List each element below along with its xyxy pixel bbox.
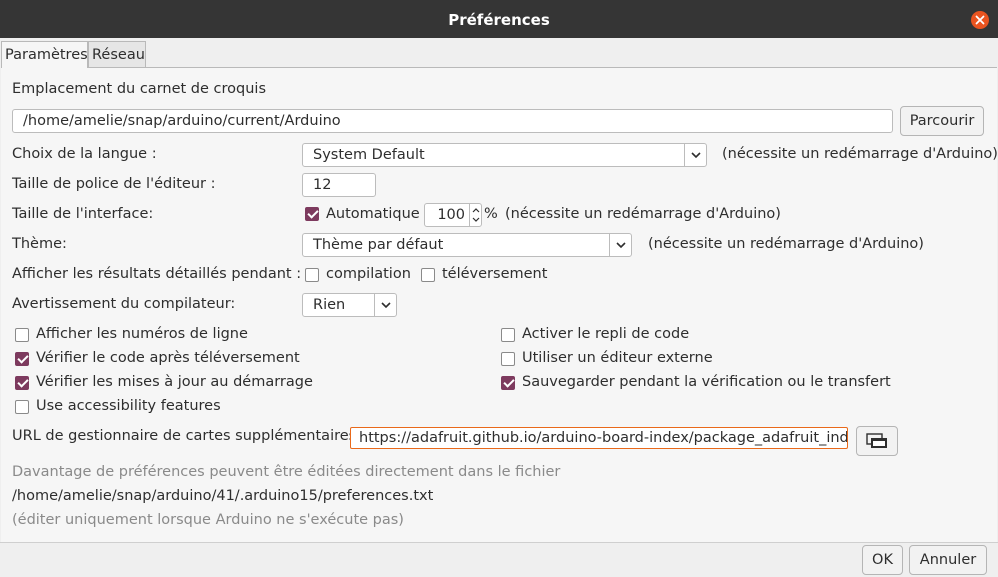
interface-scale-spinner[interactable]: 100 [424,203,482,227]
verbose-compile-label: compilation [326,266,411,282]
theme-label: Thème: [12,236,67,252]
ok-button[interactable]: OK [862,545,903,575]
accessibility-label: Use accessibility features [36,398,221,414]
chevron-down-icon [381,302,391,309]
close-icon [975,15,985,25]
close-button[interactable] [971,11,989,29]
check-updates-label: Vérifier les mises à jour au démarrage [36,374,313,390]
prefs-info-line3: (éditer uniquement lorsque Arduino ne s'… [12,512,404,528]
verbose-label: Afficher les résultats détaillés pendant… [12,266,302,282]
check-updates-checkbox[interactable] [15,376,29,390]
sketchbook-path-input[interactable]: /home/amelie/snap/arduino/current/Arduin… [12,109,893,133]
code-folding-label: Activer le repli de code [522,326,690,342]
board-urls-label: URL de gestionnaire de cartes supplément… [12,428,357,444]
sketchbook-label: Emplacement du carnet de croquis [12,81,266,97]
verbose-upload-label: téléversement [442,266,548,282]
board-urls-input[interactable]: https://adafruit.github.io/arduino-board… [350,427,848,449]
window-title: Préférences [448,11,550,29]
external-editor-label: Utiliser un éditeur externe [522,350,713,366]
prefs-info-line1: Davantage de préférences peuvent être éd… [12,464,561,480]
browse-button[interactable]: Parcourir [900,106,984,136]
save-on-verify-label: Sauvegarder pendant la vérification ou l… [522,374,891,390]
verify-after-upload-label: Vérifier le code après téléversement [36,350,300,366]
font-size-input[interactable]: 12 [302,173,376,197]
chevron-down-icon [691,152,701,159]
interface-scale-value: 100 [437,207,465,223]
language-note: (nécessite un redémarrage d'Arduino) [722,146,998,162]
interface-scale-label: Taille de l'interface: [12,206,154,222]
font-size-label: Taille de police de l'éditeur : [12,176,216,192]
verify-after-upload-checkbox[interactable] [15,352,29,366]
theme-note: (nécessite un redémarrage d'Arduino) [648,236,924,252]
interface-auto-checkbox[interactable] [305,207,319,221]
prefs-file-path: /home/amelie/snap/arduino/41/.arduino15/… [12,488,434,504]
external-editor-checkbox[interactable] [501,352,515,366]
window-list-icon [866,433,887,448]
board-urls-editor-button[interactable] [856,426,898,456]
tab-reseau[interactable]: Réseau [88,41,146,67]
tab-parametres[interactable]: Paramètres [1,41,88,68]
compiler-warnings-label: Avertissement du compilateur: [12,296,236,312]
interface-scale-note: (nécessite un redémarrage d'Arduino) [505,206,781,222]
button-bar [0,542,998,577]
chevron-down-icon [616,242,626,249]
code-folding-checkbox[interactable] [501,328,515,342]
title-bar: Préférences [0,0,998,38]
cancel-button[interactable]: Annuler [909,545,987,575]
line-numbers-checkbox[interactable] [15,328,29,342]
compiler-warnings-select[interactable]: Rien [302,293,397,317]
spinner-arrows-icon [472,208,480,222]
theme-value: Thème par défaut [313,237,444,253]
accessibility-checkbox[interactable] [15,400,29,414]
language-select[interactable]: System Default [302,143,707,167]
interface-auto-label: Automatique [326,206,420,222]
line-numbers-label: Afficher les numéros de ligne [36,326,248,342]
language-label: Choix de la langue : [12,146,157,162]
interface-scale-unit: % [484,206,498,222]
theme-select[interactable]: Thème par défaut [302,233,632,257]
save-on-verify-checkbox[interactable] [501,376,515,390]
compiler-warnings-value: Rien [313,297,346,313]
language-value: System Default [313,147,425,163]
verbose-upload-checkbox[interactable] [421,268,435,282]
verbose-compile-checkbox[interactable] [305,268,319,282]
